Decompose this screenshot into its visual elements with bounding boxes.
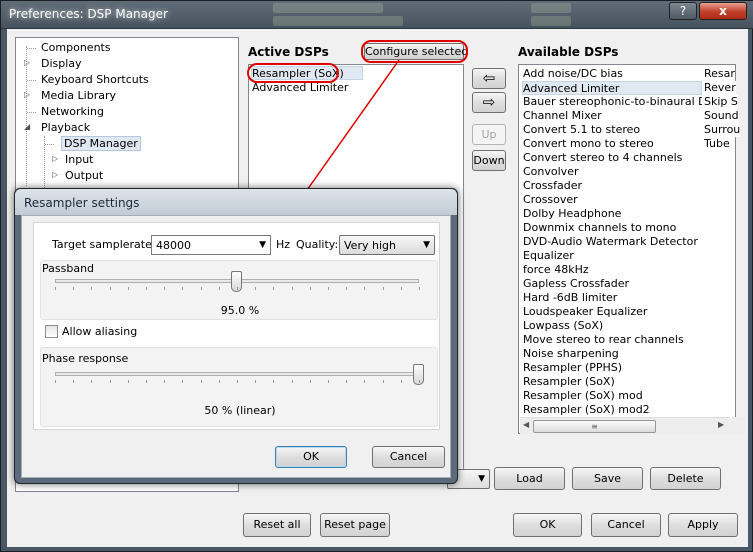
target-samplerate-label: Target samplerate: [52,238,156,251]
slider-tick [182,287,184,290]
passband-value: 95.0 % [220,304,260,317]
slider-tick [218,287,220,290]
slider-tick [291,287,293,290]
hz-label: Hz [276,238,291,251]
slider-tick [273,287,275,290]
phase-response-label: Phase response [42,352,129,365]
slider-tick [164,380,166,383]
phase-response-value: 50 % (linear) [204,404,276,417]
dialog-title-bar: Resampler settings [15,189,457,215]
slider-tick [400,287,402,290]
slider-tick [237,287,238,290]
slider-tick [127,287,129,290]
slider-tick [91,380,93,383]
slider-tick [127,380,129,383]
quality-label: Quality: [296,238,339,251]
slider-tick [55,380,56,383]
slider-tick [200,380,202,383]
quality-combo[interactable]: Very high ▼ [339,235,435,255]
slider-tick [146,287,147,290]
slider-tick [91,287,93,290]
slider-tick [419,287,420,290]
dialog-body: Target samplerate: 48000 ▼ Hz Quality: V… [21,215,451,478]
slider-tick [346,380,348,383]
slider-tick [364,287,366,290]
quality-value: Very high [344,239,396,252]
chevron-down-icon: ▼ [423,240,430,250]
slider-tick [291,380,293,383]
slider-tick [364,380,366,383]
slider-tick [382,380,384,383]
slider-tick [309,287,311,290]
slider-tick [164,287,166,290]
slider-tick [328,380,329,383]
slider-tick [255,287,257,290]
passband-label: Passband [42,262,95,275]
slider-tick [273,380,275,383]
slider-tick [146,380,147,383]
slider-tick [237,380,238,383]
slider-tick [55,287,56,290]
slider-tick [382,287,384,290]
slider-tick [109,380,111,383]
slider-tick [309,380,311,383]
slider-tick [255,380,257,383]
phase-slider-track[interactable] [55,372,419,376]
allow-aliasing-checkbox[interactable] [45,325,58,338]
slider-tick [182,380,184,383]
allow-aliasing-label: Allow aliasing [62,325,138,338]
slider-tick [419,380,420,383]
dialog-cancel-button[interactable]: Cancel [372,446,445,468]
slider-tick [200,287,202,290]
chevron-down-icon: ▼ [259,240,266,250]
phase-response-group: Phase response 50 % (linear) [40,347,438,427]
slider-tick [73,287,75,290]
resampler-settings-dialog: Resampler settings Target samplerate: 48… [14,188,458,484]
dialog-title: Resampler settings [24,196,140,210]
slider-tick [109,287,111,290]
passband-group: Passband 95.0 % [40,260,438,320]
slider-tick [400,380,402,383]
target-samplerate-value: 48000 [156,239,191,252]
settings-panel: Target samplerate: 48000 ▼ Hz Quality: V… [33,222,440,430]
slider-tick [73,380,75,383]
slider-tick [328,287,329,290]
dialog-ok-button[interactable]: OK [275,446,347,468]
target-samplerate-combo[interactable]: 48000 ▼ [151,235,271,255]
slider-tick [346,287,348,290]
slider-tick [218,380,220,383]
